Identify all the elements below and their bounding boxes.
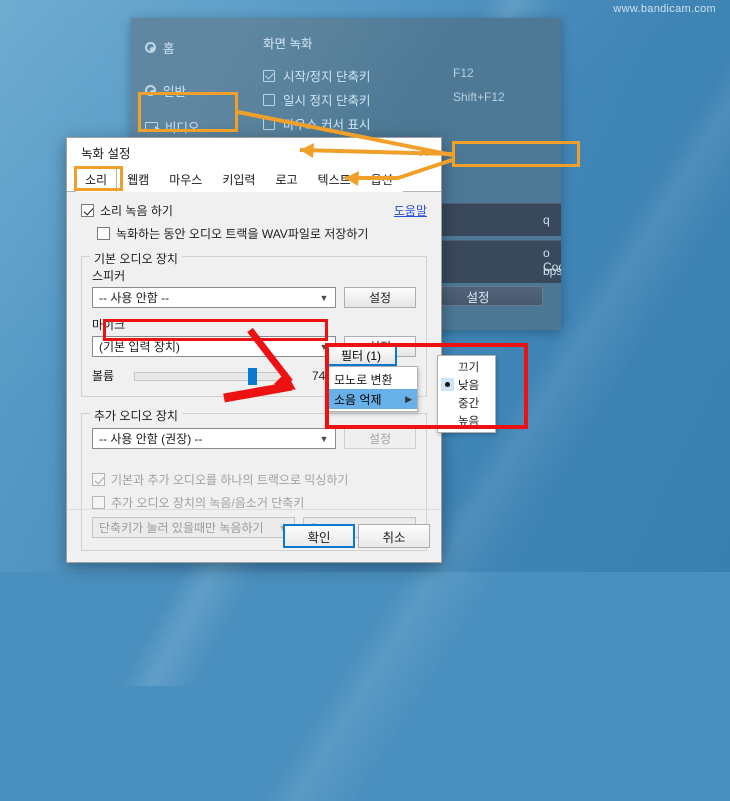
speaker-settings-button[interactable]: 설정 [344,287,416,308]
bg-format-text-0: q [543,213,550,227]
secondary-device-select[interactable]: -- 사용 안함 (권장) -- ▼ [92,428,336,449]
annotation-highlight-sound-tab [74,166,123,191]
bg-shortcut-start-stop: F12 [453,66,474,80]
annotation-highlight-video-menu [138,92,238,132]
speaker-row: -- 사용 안함 -- ▼ 설정 [92,287,416,308]
help-link[interactable]: 도움말 [394,202,427,219]
chevron-down-icon: ▼ [319,434,329,444]
volume-label: 볼륨 [92,367,122,384]
volume-slider[interactable] [134,369,288,383]
cancel-button[interactable]: 취소 [358,524,430,548]
save-wav-row[interactable]: 녹화하는 동안 오디오 트랙을 WAV파일로 저장하기 [81,225,427,242]
chevron-down-icon: ▼ [319,293,329,303]
annotation-highlight-filter-menu [325,343,528,429]
dialog-title: 녹화 설정 [81,143,130,162]
dialog-footer: 확인 취소 [67,509,441,562]
bg-checkbox-show-cursor-label: 마우스 커서 표시 [283,114,370,133]
checkbox-icon [263,94,275,106]
tab-mouse[interactable]: 마우스 [159,167,212,192]
annotation-highlight-mic-select [103,319,328,341]
bg-checkbox-pause-label: 일시 정지 단축키 [283,90,370,109]
ok-button[interactable]: 확인 [283,524,355,548]
bg-shortcut-pause: Shift+F12 [453,90,505,104]
volume-slider-thumb[interactable] [248,368,257,385]
bg-checkbox-start-stop[interactable]: 시작/정지 단축키 [263,66,370,85]
speaker-label: 스피커 [92,267,416,284]
tab-options[interactable]: 옵션 [361,167,403,192]
speaker-select-value: -- 사용 안함 -- [99,289,319,306]
dialog-tabstrip[interactable]: 소리 웹캠 마우스 키입력 로고 텍스트 옵션 [67,166,441,192]
mix-tracks-label: 기본과 추가 오디오를 하나의 트랙으로 믹싱하기 [111,471,348,488]
secondary-device-row: -- 사용 안함 (권장) -- ▼ 설정 [92,428,416,449]
close-icon[interactable]: ✕ [407,138,441,166]
sidebar-item-home[interactable]: 홈 [139,32,239,62]
checkbox-icon [97,227,110,240]
checkbox-icon [81,204,94,217]
tab-logo[interactable]: 로고 [265,167,307,192]
tab-webcam[interactable]: 웹캠 [117,167,159,192]
checkbox-icon [263,118,275,130]
bg-checkbox-show-cursor[interactable]: 마우스 커서 표시 [263,114,370,133]
mix-tracks-row[interactable]: 기본과 추가 오디오를 하나의 트랙으로 믹싱하기 [92,471,416,488]
checkbox-icon [92,473,105,486]
secondary-audio-group-legend: 추가 오디오 장치 [90,407,182,424]
screen-record-section-title: 화면 녹화 [263,33,312,52]
record-sound-row[interactable]: 소리 녹음 하기 도움말 [81,202,427,219]
tab-keyinput[interactable]: 키입력 [212,167,265,192]
speaker-select[interactable]: -- 사용 안함 -- ▼ [92,287,336,308]
home-icon [145,42,156,53]
tab-text[interactable]: 텍스트 [308,167,361,192]
record-sound-label: 소리 녹음 하기 [100,202,173,219]
bg-checkbox-pause[interactable]: 일시 정지 단축키 [263,90,370,109]
secondary-device-settings-button[interactable]: 설정 [344,428,416,449]
checkbox-icon [263,70,275,82]
bg-checkbox-start-stop-label: 시작/정지 단축키 [283,66,370,85]
primary-audio-group-legend: 기본 오디오 장치 [90,250,182,267]
checkbox-icon [92,496,105,509]
bandicam-watermark: www.bandicam.com [613,3,716,15]
dialog-titlebar: 녹화 설정 ✕ [67,138,441,166]
save-wav-label: 녹화하는 동안 오디오 트랙을 WAV파일로 저장하기 [116,225,368,242]
annotation-highlight-settings-button [452,141,580,167]
volume-slider-track [134,372,288,381]
bg-format-text-2: bps [543,264,561,278]
sidebar-item-home-label: 홈 [163,38,175,57]
secondary-device-select-value: -- 사용 안함 (권장) -- [99,430,319,447]
